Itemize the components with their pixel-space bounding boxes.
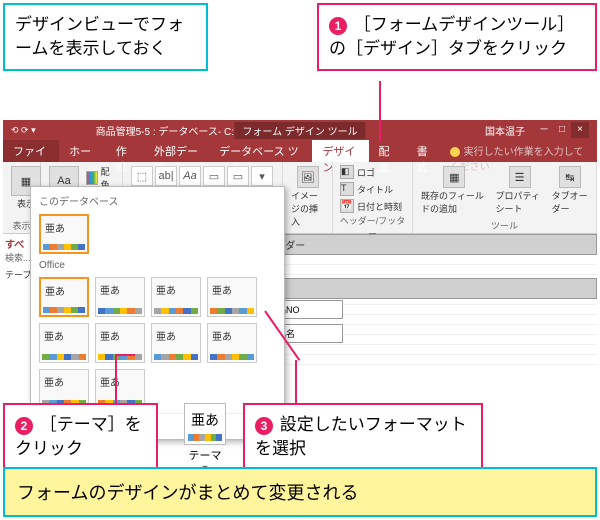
logo-icon: ◧ — [340, 165, 354, 179]
connector-line-2b — [115, 354, 135, 356]
ribbon-group-insert-image: 🖼イメージの挿入 — [283, 162, 333, 233]
control-textbox[interactable]: ab| — [155, 166, 177, 186]
ribbon-group-header-footer: ◧ロゴ Tタイトル 📅日付と時刻 ヘッダー/フッター — [333, 162, 413, 233]
callout-text: ［フォームデザインツール］の［デザイン］タブをクリック — [329, 15, 574, 58]
tab-format[interactable]: 書式 — [407, 140, 445, 162]
theme-button-large[interactable]: 亜あ テーマ ▼ — [180, 403, 230, 473]
theme-thumbnail[interactable]: 亜あ — [151, 323, 201, 363]
logo-button[interactable]: ◧ロゴ — [339, 164, 403, 180]
theme-large-icon: 亜あ — [184, 403, 226, 445]
theme-thumbnail[interactable]: 亜あ — [95, 277, 145, 317]
result-banner: フォームのデザインがまとめて変更される — [3, 467, 597, 517]
contextual-tool-label: フォーム デザイン ツール — [234, 122, 365, 139]
tab-design[interactable]: デザイン — [312, 140, 368, 162]
tab-home[interactable]: ホーム — [59, 140, 106, 162]
control-label[interactable]: Aa — [179, 166, 201, 186]
callout-text: ［テーマ］をクリック — [15, 415, 142, 458]
callout-prerequisite: デザインビューでフォームを表示しておく — [3, 3, 208, 71]
tab-create[interactable]: 作成 — [106, 140, 144, 162]
theme-thumbnail[interactable]: 亜あ — [39, 214, 89, 254]
banner-text: フォームのデザインがまとめて変更される — [17, 483, 358, 503]
tab-file[interactable]: ファイル — [3, 140, 59, 162]
bulb-icon — [450, 147, 460, 157]
window-buttons: ─ □ × — [535, 122, 589, 138]
close-button[interactable]: × — [571, 122, 589, 138]
image-icon: 🖼 — [297, 166, 319, 188]
callout-step-3: 3 設定したいフォーマットを選択 — [243, 403, 483, 471]
ribbon-tabs: ファイル ホーム 作成 外部データ データベース ツール デザイン 配置 書式 … — [3, 140, 597, 162]
step-number-3: 3 — [255, 417, 273, 435]
theme-thumbnail[interactable]: 亜あ — [95, 323, 145, 363]
property-sheet-button[interactable]: ☰プロパティシート — [494, 164, 546, 217]
tab-database-tools[interactable]: データベース ツール — [209, 140, 312, 162]
theme-thumbnail[interactable]: 亜あ — [207, 277, 257, 317]
tab-external-data[interactable]: 外部データ — [144, 140, 209, 162]
connector-line-3 — [295, 360, 297, 403]
insert-image-button[interactable]: 🖼イメージの挿入 — [289, 164, 326, 230]
themes-section-office: Office — [35, 258, 280, 273]
themes-section-thisdb: このデータベース — [35, 191, 280, 210]
addfield-icon: ▦ — [443, 166, 465, 188]
date-icon: 📅 — [340, 199, 354, 213]
minimize-button[interactable]: ─ — [535, 122, 553, 138]
control-tab[interactable]: ▭ — [227, 166, 249, 186]
propsheet-icon: ☰ — [509, 166, 531, 188]
theme-thumbnail[interactable]: 亜あ — [39, 277, 89, 317]
datetime-button[interactable]: 📅日付と時刻 — [339, 198, 403, 214]
control-button[interactable]: ▭ — [203, 166, 225, 186]
step-number-1: 1 — [329, 17, 347, 35]
connector-line-2 — [115, 355, 117, 403]
themes-dropdown: このデータベース 亜あ Office 亜あ 亜あ 亜あ 亜あ 亜あ 亜あ 亜あ … — [30, 186, 285, 440]
connector-line-1 — [379, 81, 381, 141]
maximize-button[interactable]: □ — [553, 122, 571, 138]
title-button[interactable]: Tタイトル — [339, 181, 403, 197]
colors-icon — [86, 171, 98, 185]
theme-large-label: テーマ — [180, 447, 230, 463]
theme-thumbnail[interactable]: 亜あ — [39, 323, 89, 363]
user-name: 国本温子 — [485, 123, 525, 138]
callout-step-1: 1 ［フォームデザインツール］の［デザイン］タブをクリック — [317, 3, 597, 71]
tell-me-box[interactable]: 実行したい作業を入力してください — [445, 140, 597, 162]
taborder-icon: ↹ — [559, 166, 581, 188]
tab-order-button[interactable]: ↹タブオーダー — [550, 164, 590, 217]
callout-step-2: 2 ［テーマ］をクリック — [3, 403, 158, 471]
control-select[interactable]: ⬚ — [131, 166, 153, 186]
ribbon-group-tools: ▦既存のフィールドの追加 ☰プロパティシート ↹タブオーダー ツール — [413, 162, 597, 233]
theme-thumbnail[interactable]: 亜あ — [151, 277, 201, 317]
theme-thumbnail[interactable]: 亜あ — [207, 323, 257, 363]
control-more[interactable]: ▾ — [251, 166, 273, 186]
callout-text: デザインビューでフォームを表示しておく — [15, 15, 184, 58]
step-number-2: 2 — [15, 417, 33, 435]
titlebar: ⟲ ⟳ ▾ 商品管理5-5 : データベース- C:¥Users フォーム デザ… — [3, 120, 597, 140]
add-field-button[interactable]: ▦既存のフィールドの追加 — [419, 164, 490, 217]
tab-arrange[interactable]: 配置 — [369, 140, 407, 162]
callout-text: 設定したいフォーマットを選択 — [255, 415, 467, 458]
title-icon: T — [340, 182, 354, 196]
